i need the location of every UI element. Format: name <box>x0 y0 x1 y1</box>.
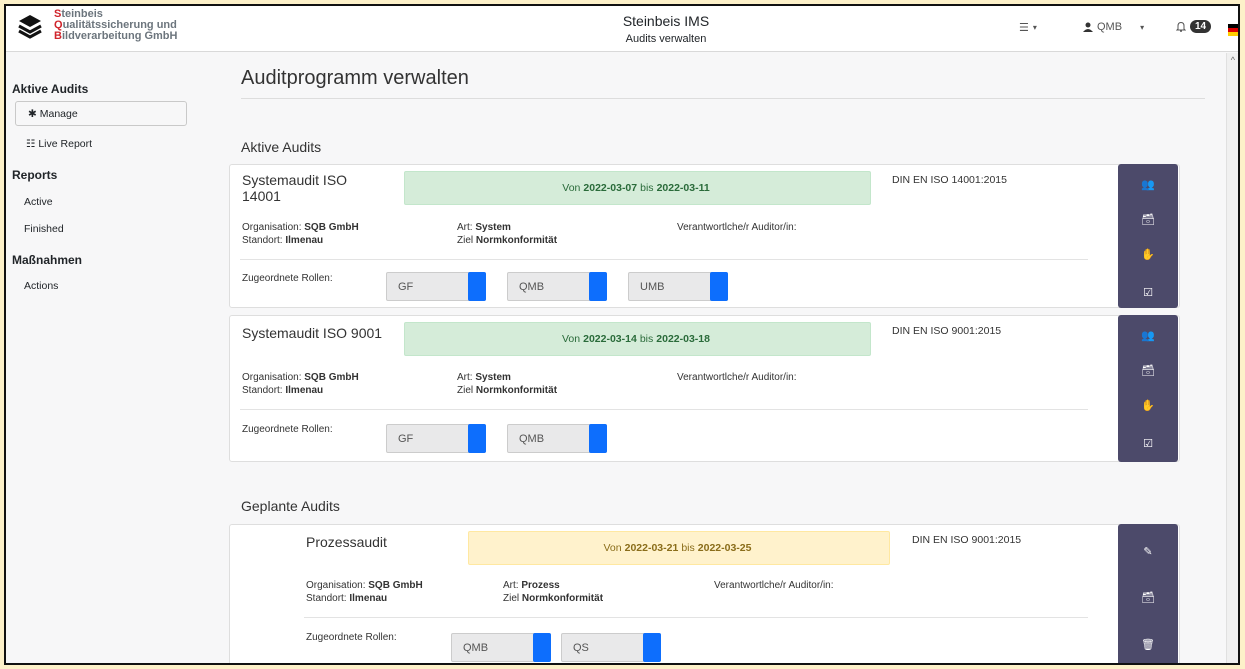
users-icon[interactable]: 👥 <box>1118 324 1178 346</box>
sidebar-item-manage[interactable]: ✱ Manage <box>15 101 187 126</box>
audit-org-info: Organisation: SQB GmbH Standort: Ilmenau <box>242 372 359 396</box>
app-subtitle: Audits verwalten <box>625 33 707 45</box>
archive-icon[interactable]: 🗃 <box>1118 359 1178 381</box>
app-title: Steinbeis IMS <box>622 13 710 29</box>
sidebar: Aktive Audits ✱ Manage ☷ Live Report Rep… <box>6 53 196 663</box>
audit-name[interactable]: Systemaudit ISO 14001 <box>242 172 382 204</box>
role-toggle-umb[interactable]: UMB <box>628 272 728 301</box>
caret-down-icon: ▾ <box>1140 22 1145 32</box>
hand-icon[interactable]: ✋ <box>1118 394 1178 416</box>
main-content: Auditprogramm verwalten Aktive Audits Sy… <box>196 53 1230 663</box>
audit-actions: ✎ 🗃 🗑 <box>1118 524 1178 663</box>
audit-type-info: Art: System Ziel Normkonformität <box>457 222 558 246</box>
german-flag-icon[interactable] <box>1228 24 1238 36</box>
sidebar-item-active[interactable]: Active <box>24 196 53 208</box>
audit-norm: DIN EN ISO 14001:2015 <box>892 174 1007 186</box>
sidebar-item-live-report[interactable]: ☷ Live Report <box>26 138 92 150</box>
role-toggle-gf[interactable]: GF <box>386 272 486 301</box>
divider <box>240 409 1088 410</box>
role-toggle-qs[interactable]: QS <box>561 633 661 662</box>
archive-icon[interactable]: 🗃 <box>1118 208 1178 230</box>
calendar-check-icon[interactable]: ☑ <box>1118 432 1178 454</box>
sidebar-section-reports: Reports <box>12 168 58 182</box>
sidebar-section-active-audits: Aktive Audits <box>12 82 89 96</box>
role-toggle-qmb[interactable]: QMB <box>507 272 607 301</box>
vertical-scrollbar[interactable] <box>1226 53 1238 663</box>
divider <box>304 617 1088 618</box>
role-toggle-qmb[interactable]: QMB <box>507 424 607 453</box>
audit-auditor-label: Verantwortlche/r Auditor/in: <box>677 372 797 383</box>
role-toggle-gf[interactable]: GF <box>386 424 486 453</box>
archive-icon[interactable]: 🗃 <box>1118 586 1178 608</box>
role-toggle-qmb[interactable]: QMB <box>451 633 551 662</box>
audit-org-info: Organisation: SQB GmbH Standort: Ilmenau <box>306 580 423 604</box>
audit-card: Prozessaudit Von 2022-03-21 bis 2022-03-25 … <box>229 524 1180 663</box>
notifications-button[interactable]: 14 <box>1176 20 1212 33</box>
user-icon <box>1083 22 1093 32</box>
audit-norm: DIN EN ISO 9001:2015 <box>912 534 1022 546</box>
company-name: Steinbeis Qualitätssicherung und Bildver… <box>54 8 178 42</box>
audit-org-info: Organisation: SQB GmbH Standort: Ilmenau <box>242 222 359 246</box>
audit-card: Systemaudit ISO 9001 Von 2022-03-14 bis 202… <box>229 315 1180 462</box>
audit-period: Von 2022-03-14 bis 2022-03-18 <box>404 322 871 356</box>
users-icon[interactable]: 👥 <box>1118 173 1178 195</box>
bell-icon <box>1176 21 1186 32</box>
hamburger-icon: ☰ <box>1019 22 1029 34</box>
top-navbar: Steinbeis Qualitätssicherung und Bildver… <box>6 6 1238 52</box>
user-dropdown[interactable]: QMB ▾ <box>1083 21 1144 33</box>
page-title: Auditprogramm verwalten <box>241 67 469 89</box>
hand-icon[interactable]: ✋ <box>1118 243 1178 265</box>
audit-actions: 👥 🗃 ✋ ☑ <box>1118 315 1178 462</box>
caret-down-icon: ▾ <box>1032 23 1037 32</box>
divider <box>240 259 1088 260</box>
audit-name[interactable]: Systemaudit ISO 9001 <box>242 325 402 341</box>
audit-type-info: Art: Prozess Ziel Normkonformität <box>503 580 604 604</box>
audit-card: Systemaudit ISO 14001 Von 2022-03-07 bis 20… <box>229 164 1180 308</box>
audit-name[interactable]: Prozessaudit <box>306 534 446 550</box>
audit-period: Von 2022-03-21 bis 2022-03-25 <box>468 531 890 565</box>
section-title-active: Aktive Audits <box>241 139 322 155</box>
sidebar-item-actions[interactable]: Actions <box>24 280 58 292</box>
gear-icon: ✱ <box>28 108 37 120</box>
user-name: QMB <box>1097 21 1123 33</box>
notification-count-badge: 14 <box>1190 20 1212 33</box>
stack-layers-icon[interactable] <box>18 14 42 40</box>
audit-auditor-label: Verantwortlche/r Auditor/in: <box>677 222 797 233</box>
scroll-up-arrow-icon[interactable]: ^ <box>1231 55 1235 65</box>
pencil-icon[interactable]: ✎ <box>1118 540 1178 562</box>
sidebar-section-massnahmen: Maßnahmen <box>12 253 83 267</box>
roles-label: Zugeordnete Rollen: <box>242 424 333 435</box>
list-icon: ☷ <box>26 138 36 150</box>
audit-period: Von 2022-03-07 bis 2022-03-11 <box>404 171 871 205</box>
roles-label: Zugeordnete Rollen: <box>242 273 333 284</box>
audit-norm: DIN EN ISO 9001:2015 <box>892 325 1002 337</box>
section-title-planned: Geplante Audits <box>241 498 340 514</box>
sidebar-item-finished[interactable]: Finished <box>24 223 64 235</box>
menu-dropdown[interactable]: ☰ ▾ <box>1019 21 1037 34</box>
audit-auditor-label: Verantwortlche/r Auditor/in: <box>714 580 834 591</box>
app-window: Steinbeis Qualitätssicherung und Bildver… <box>4 4 1240 665</box>
audit-actions: 👥 🗃 ✋ ☑ <box>1118 164 1178 308</box>
trash-icon[interactable]: 🗑 <box>1118 633 1178 655</box>
audit-type-info: Art: System Ziel Normkonformität <box>457 372 558 396</box>
roles-label: Zugeordnete Rollen: <box>306 632 397 643</box>
calendar-check-icon[interactable]: ☑ <box>1118 281 1178 303</box>
divider <box>241 98 1205 99</box>
